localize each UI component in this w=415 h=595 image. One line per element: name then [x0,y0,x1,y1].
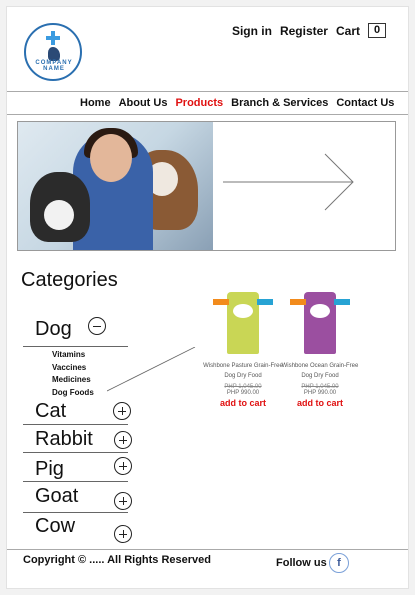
plus-circle-icon[interactable] [113,402,131,420]
copyright-text: Copyright © ..... All Rights Reserved [23,554,212,566]
subcategory-vitamins[interactable]: Vitamins [52,349,94,362]
nav-branch-services[interactable]: Branch & Services [231,97,328,109]
top-nav: Sign in Register Cart 0 [232,23,386,38]
divider [7,91,408,92]
category-label: Goat [35,485,79,507]
category-label: Pig [35,458,64,480]
category-label: Cat [35,400,67,422]
medical-cross-icon [46,31,60,45]
category-label: Dog [35,318,72,340]
category-cow[interactable]: Cow [23,515,132,543]
plus-circle-icon[interactable] [114,457,132,475]
plus-circle-icon[interactable] [114,431,132,449]
category-goat[interactable]: Goat [23,485,132,513]
product-price: PHP 990.00 [303,390,337,396]
category-cat[interactable]: Cat [23,399,131,425]
add-to-cart-button[interactable]: add to cart [203,398,283,408]
product-name[interactable]: Wishbone Pasture Grain-Free Dog Dry Food [203,361,283,381]
product-image[interactable] [213,292,273,354]
banner-photo [18,122,213,250]
sign-in-link[interactable]: Sign in [232,24,272,38]
categories-title: Categories [21,269,118,291]
cart-count-badge: 0 [368,23,386,38]
follow-us-label: Follow us [276,557,327,569]
nav-products[interactable]: Products [175,97,223,109]
next-arrow-icon[interactable] [223,152,363,212]
register-link[interactable]: Register [280,24,328,38]
product-image[interactable] [290,292,350,354]
dog-icon [48,47,60,61]
minus-circle-icon[interactable] [88,317,106,335]
dog-subcategories: Vitamins Vaccines Medicines Dog Foods [52,349,94,399]
plus-circle-icon[interactable] [114,492,132,510]
facebook-icon[interactable]: f [329,553,349,573]
add-to-cart-button[interactable]: add to cart [280,398,360,408]
product-card[interactable]: Wishbone Ocean Grain-Free Dog Dry Food P… [280,292,360,408]
category-label: Cow [35,515,76,537]
category-pig[interactable]: Pig [23,456,132,482]
product-name[interactable]: Wishbone Ocean Grain-Free Dog Dry Food [280,361,360,381]
cart-link[interactable]: Cart [336,24,360,38]
logo-text: COMPANY NAME [35,60,73,72]
divider [7,114,408,115]
page: COMPANY NAME Sign in Register Cart 0 Hom… [6,6,409,589]
category-label: Rabbit [35,428,93,450]
product-price: PHP 990.00 [226,390,260,396]
subcategory-medicines[interactable]: Medicines [52,374,94,387]
nav-home[interactable]: Home [80,97,111,109]
footer-divider [7,549,408,550]
subcategory-vaccines[interactable]: Vaccines [52,362,94,375]
product-card[interactable]: Wishbone Pasture Grain-Free Dog Dry Food… [203,292,283,408]
main-nav: Home About Us Products Branch & Services… [80,97,394,109]
hero-banner [17,121,396,251]
subcategory-dog-foods[interactable]: Dog Foods [52,387,94,400]
plus-circle-icon[interactable] [114,525,132,543]
connector-line [107,347,196,392]
nav-about-us[interactable]: About Us [119,97,168,109]
nav-contact-us[interactable]: Contact Us [336,97,394,109]
company-logo[interactable]: COMPANY NAME [24,23,82,81]
category-rabbit[interactable]: Rabbit [23,427,132,453]
category-dog[interactable]: Dog [23,315,128,347]
